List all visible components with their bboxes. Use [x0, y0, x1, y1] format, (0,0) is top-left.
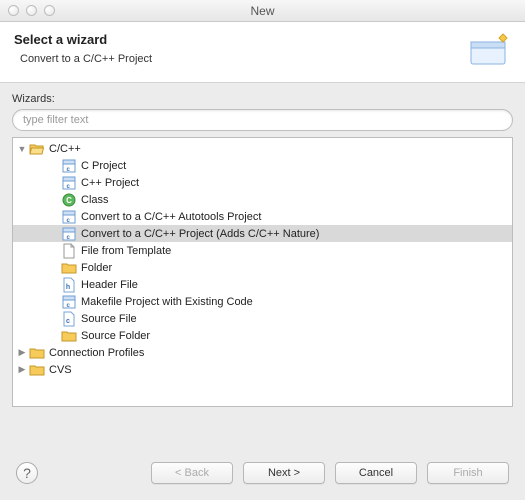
- tree-item-label: Source Folder: [81, 330, 150, 342]
- tree-folder[interactable]: ▶ Connection Profiles: [13, 344, 512, 361]
- tree-item-label: Convert to a C/C++ Autotools Project: [81, 211, 261, 223]
- c-file-icon: c: [61, 209, 77, 225]
- page-title: Select a wizard: [14, 32, 465, 47]
- tree-folder[interactable]: ▼ C/C++: [13, 140, 512, 157]
- c-file-icon: c: [61, 294, 77, 310]
- disclosure-arrow-icon[interactable]: ▶: [15, 347, 29, 358]
- disclosure-arrow-icon[interactable]: ▼: [15, 144, 29, 154]
- c-file-icon: c: [61, 226, 77, 242]
- disclosure-arrow-icon: ▶: [47, 262, 61, 273]
- disclosure-arrow-icon: ▶: [47, 160, 61, 171]
- c-file-s-icon: c: [61, 311, 77, 327]
- tree-item-label: C/C++: [49, 143, 81, 155]
- tree-item-label: Connection Profiles: [49, 347, 144, 359]
- wizard-body: Wizards: ▼C/C++▶cC Project▶cC++ Project▶…: [0, 83, 525, 411]
- tree-item[interactable]: ▶c Makefile Project with Existing Code: [13, 293, 512, 310]
- tree-item[interactable]: ▶ Source Folder: [13, 327, 512, 344]
- footer: ? < Back Next > Cancel Finish: [0, 448, 525, 500]
- window-title: New: [0, 4, 525, 18]
- titlebar: New: [0, 0, 525, 22]
- next-button[interactable]: Next >: [243, 462, 325, 484]
- tree-item[interactable]: ▶c Convert to a C/C++ Project (Adds C/C++…: [13, 225, 512, 242]
- folder-closed-icon: [29, 362, 45, 378]
- tree-folder[interactable]: ▶ CVS: [13, 361, 512, 378]
- disclosure-arrow-icon: ▶: [47, 211, 61, 222]
- disclosure-arrow-icon: ▶: [47, 296, 61, 307]
- folder-closed-icon: [29, 345, 45, 361]
- tree-item-label: Header File: [81, 279, 138, 291]
- tree-item[interactable]: ▶c C++ Project: [13, 174, 512, 191]
- c-file-icon: c: [61, 175, 77, 191]
- tree-item-label: C Project: [81, 160, 126, 172]
- tree-item[interactable]: ▶ h Header File: [13, 276, 512, 293]
- tree-item[interactable]: ▶ Folder: [13, 259, 512, 276]
- disclosure-arrow-icon: ▶: [47, 245, 61, 256]
- file-icon: [61, 243, 77, 259]
- folder-open-icon: [29, 141, 45, 157]
- svg-text:c: c: [66, 318, 70, 325]
- disclosure-arrow-icon[interactable]: ▶: [15, 364, 29, 375]
- disclosure-arrow-icon: ▶: [47, 279, 61, 290]
- tree-item[interactable]: ▶ c Source File: [13, 310, 512, 327]
- class-icon: C: [61, 192, 77, 208]
- folder-closed-icon: [61, 260, 77, 276]
- tree-item[interactable]: ▶ C Class: [13, 191, 512, 208]
- svg-text:C: C: [66, 196, 72, 205]
- tree-item-label: C++ Project: [81, 177, 139, 189]
- tree-item-label: Makefile Project with Existing Code: [81, 296, 253, 308]
- cancel-button[interactable]: Cancel: [335, 462, 417, 484]
- tree-item[interactable]: ▶c Convert to a C/C++ Autotools Project: [13, 208, 512, 225]
- tree-item[interactable]: ▶c C Project: [13, 157, 512, 174]
- h-file-icon: h: [61, 277, 77, 293]
- tree-item-label: CVS: [49, 364, 72, 376]
- disclosure-arrow-icon: ▶: [47, 194, 61, 205]
- disclosure-arrow-icon: ▶: [47, 228, 61, 239]
- help-icon[interactable]: ?: [16, 462, 38, 484]
- tree-item-label: Folder: [81, 262, 112, 274]
- svg-text:h: h: [66, 284, 70, 291]
- back-button[interactable]: < Back: [151, 462, 233, 484]
- page-subtitle: Convert to a C/C++ Project: [20, 53, 465, 65]
- finish-button[interactable]: Finish: [427, 462, 509, 484]
- disclosure-arrow-icon: ▶: [47, 177, 61, 188]
- filter-input[interactable]: [12, 109, 513, 131]
- tree-item-label: Source File: [81, 313, 137, 325]
- wizard-header: Select a wizard Convert to a C/C++ Proje…: [0, 22, 525, 83]
- c-file-icon: c: [61, 158, 77, 174]
- tree-item-label: Convert to a C/C++ Project (Adds C/C++ N…: [81, 228, 319, 240]
- wizard-tree[interactable]: ▼C/C++▶cC Project▶cC++ Project▶CClass▶cC…: [12, 137, 513, 407]
- tree-item-label: Class: [81, 194, 109, 206]
- wizard-icon: [465, 32, 511, 68]
- wizards-label: Wizards:: [12, 93, 513, 105]
- folder-closed-icon: [61, 328, 77, 344]
- tree-item-label: File from Template: [81, 245, 171, 257]
- disclosure-arrow-icon: ▶: [47, 330, 61, 341]
- disclosure-arrow-icon: ▶: [47, 313, 61, 324]
- tree-item[interactable]: ▶ File from Template: [13, 242, 512, 259]
